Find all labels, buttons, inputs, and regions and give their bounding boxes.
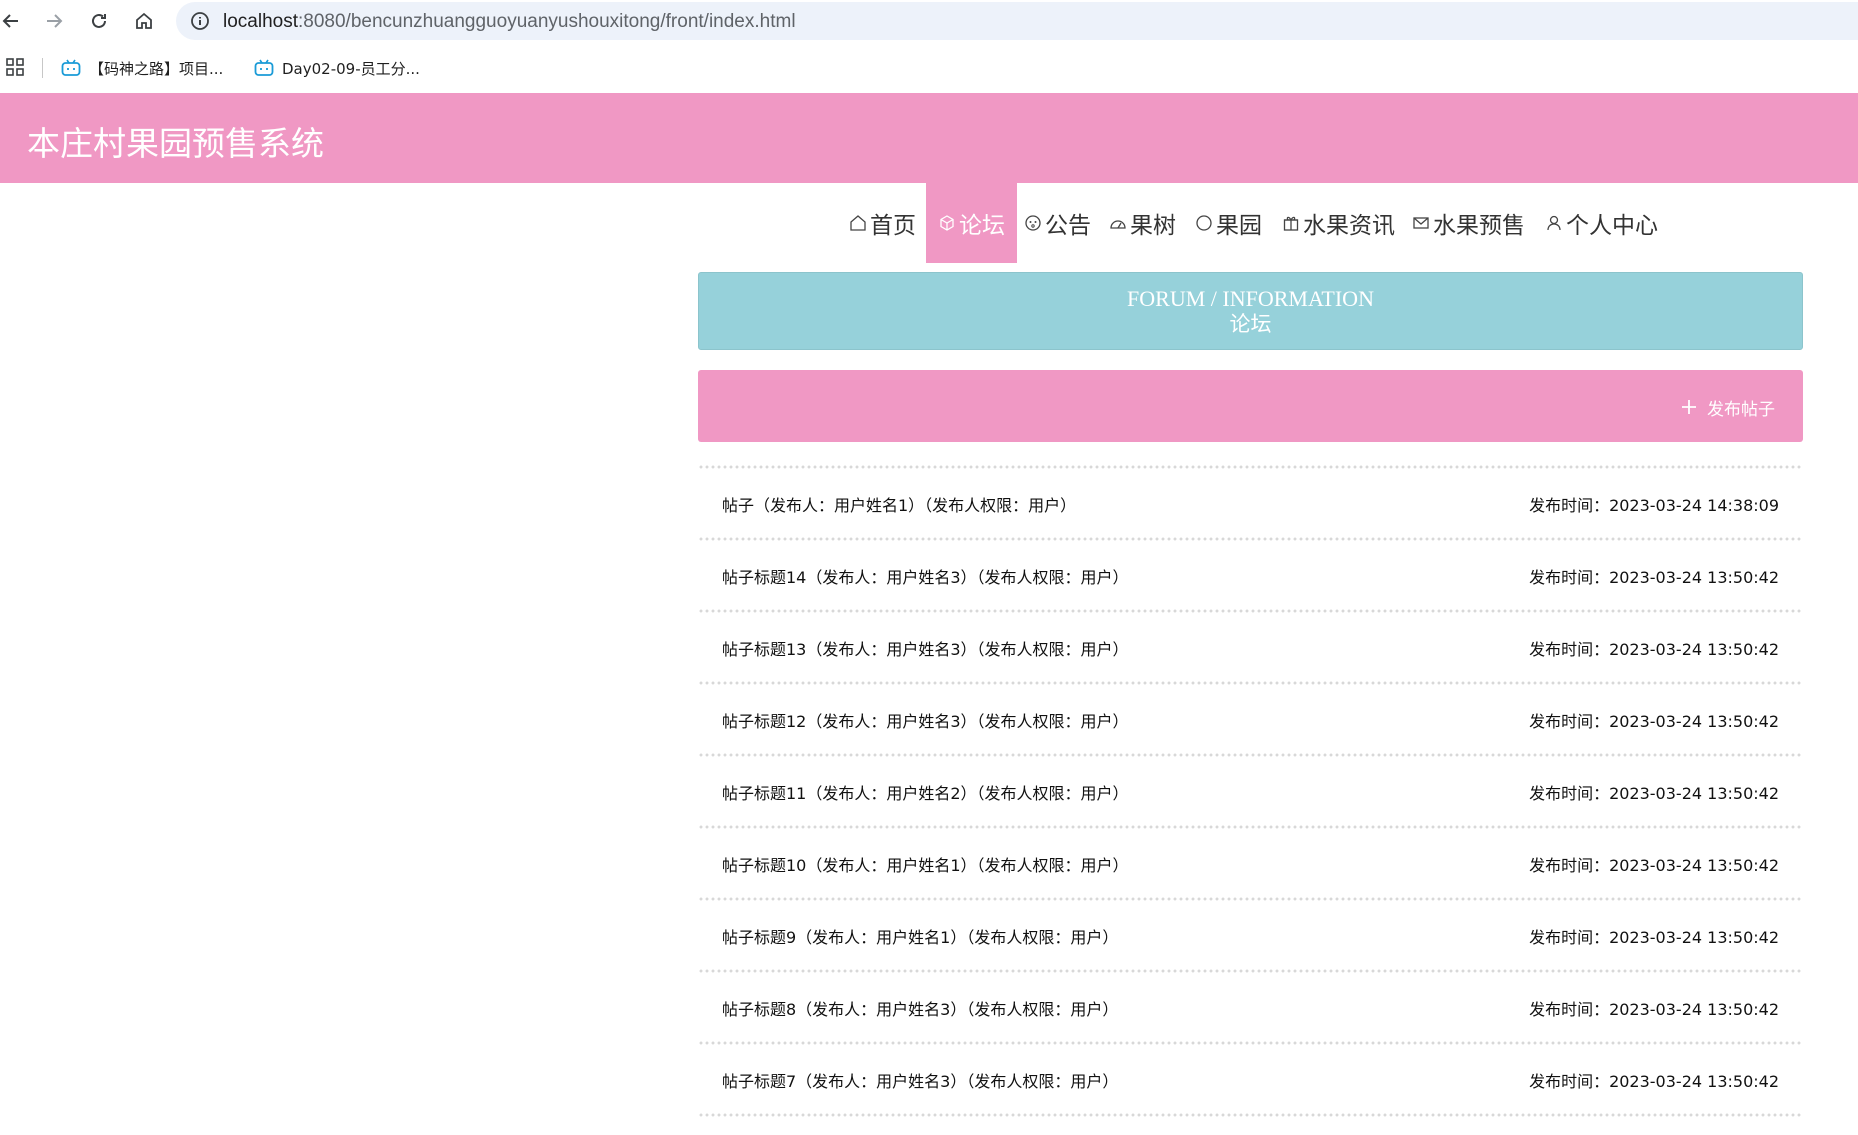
face-icon (1025, 215, 1041, 231)
list-item[interactable]: 帖子标题12（发布人：用户姓名3）（发布人权限：用户） 发布时间：2023-03… (698, 686, 1803, 752)
post-title[interactable]: 帖子标题14（发布人：用户姓名3）（发布人权限：用户） (722, 564, 1129, 588)
site-info-icon[interactable] (190, 11, 210, 35)
bookmark-item[interactable]: 【码神之路】项目... (61, 56, 223, 80)
home-icon (136, 12, 152, 29)
url-text: localhost:8080/bencunzhuangguoyuanyushou… (223, 11, 796, 33)
banner-chinese-title: 论坛 (1229, 312, 1272, 336)
site-header: 本庄村果园预售系统 (0, 93, 1858, 183)
menu-item-fruit-presale[interactable]: 水果预售 (1400, 183, 1537, 263)
post-time: 发布时间：2023-03-24 13:50:42 (1529, 712, 1779, 731)
menu-item-profile[interactable]: 个人中心 (1533, 183, 1670, 263)
post-title[interactable]: 帖子标题10（发布人：用户姓名1）（发布人权限：用户） (722, 852, 1129, 876)
menu-label: 水果资讯 (1303, 213, 1395, 239)
home-button[interactable] (129, 7, 159, 35)
bookmark-item[interactable]: Day02-09-员工分... (254, 56, 420, 80)
menu-label: 果园 (1216, 213, 1262, 239)
menu-item-trees[interactable]: 果树 (1097, 183, 1188, 263)
mail-icon (1413, 217, 1429, 229)
list-item[interactable]: 帖子标题8（发布人：用户姓名3）（发布人权限：用户） 发布时间：2023-03-… (698, 974, 1803, 1040)
menu-item-notice[interactable]: 公告 (1012, 183, 1103, 263)
menu-item-forum[interactable]: 论坛 (926, 183, 1017, 263)
plus-icon (1682, 400, 1696, 414)
menu-label: 果树 (1130, 213, 1176, 239)
menu-label: 公告 (1045, 213, 1091, 239)
forum-post-list: 帖子（发布人：用户姓名1）（发布人权限：用户） 发布时间：2023-03-24 … (698, 464, 1803, 1118)
list-item[interactable]: 帖子标题11（发布人：用户姓名2）（发布人权限：用户） 发布时间：2023-03… (698, 758, 1803, 824)
bookmarks-separator (42, 58, 43, 78)
post-time: 发布时间：2023-03-24 13:50:42 (1529, 640, 1779, 659)
post-time: 发布时间：2023-03-24 13:50:42 (1529, 856, 1779, 875)
list-item[interactable]: 帖子标题13（发布人：用户姓名3）（发布人权限：用户） 发布时间：2023-03… (698, 614, 1803, 680)
cube-icon (940, 215, 954, 231)
back-button[interactable] (0, 7, 26, 35)
circle-icon (1196, 215, 1212, 231)
forward-button[interactable] (39, 7, 69, 35)
menu-label: 个人中心 (1566, 213, 1658, 239)
url-host: localhost (223, 11, 298, 32)
menu-item-orchard[interactable]: 果园 (1183, 183, 1274, 263)
menu-label: 论坛 (959, 213, 1005, 239)
list-item[interactable]: 帖子标题9（发布人：用户姓名1）（发布人权限：用户） 发布时间：2023-03-… (698, 902, 1803, 968)
menu-label: 首页 (870, 213, 916, 239)
arrow-right-icon (47, 14, 63, 28)
section-banner: FORUM / INFORMATION 论坛 (698, 272, 1803, 350)
list-item[interactable]: 帖子标题14（发布人：用户姓名3）（发布人权限：用户） 发布时间：2023-03… (698, 542, 1803, 608)
bilibili-icon (254, 59, 274, 76)
arrow-left-icon (2, 14, 18, 28)
post-title[interactable]: 帖子标题13（发布人：用户姓名3）（发布人权限：用户） (722, 636, 1129, 660)
divider (698, 1112, 1803, 1118)
home-icon (850, 215, 866, 231)
post-title[interactable]: 帖子标题7（发布人：用户姓名3）（发布人权限：用户） (722, 1068, 1118, 1092)
post-title[interactable]: 帖子标题12（发布人：用户姓名3）（发布人权限：用户） (722, 708, 1129, 732)
url-path: :8080/bencunzhuangguoyuanyushouxitong/fr… (298, 11, 796, 32)
reload-icon (92, 13, 106, 28)
apps-icon[interactable] (6, 58, 24, 80)
main-menu: 首页 论坛 公告 果树 果园 水果资讯 水果预售 个人中心 (0, 183, 1858, 263)
menu-item-fruit-news[interactable]: 水果资讯 (1270, 183, 1407, 263)
address-bar[interactable]: localhost:8080/bencunzhuangguoyuanyushou… (176, 2, 1858, 40)
post-time: 发布时间：2023-03-24 14:38:09 (1529, 496, 1779, 515)
reload-button[interactable] (84, 7, 114, 35)
post-time: 发布时间：2023-03-24 13:50:42 (1529, 784, 1779, 803)
list-item[interactable]: 帖子标题7（发布人：用户姓名3）（发布人权限：用户） 发布时间：2023-03-… (698, 1046, 1803, 1112)
forum-action-bar: 发布帖子 (698, 370, 1803, 442)
post-title[interactable]: 帖子（发布人：用户姓名1）（发布人权限：用户） (722, 492, 1076, 516)
post-time: 发布时间：2023-03-24 13:50:42 (1529, 1072, 1779, 1091)
bookmark-label: Day02-09-员工分... (282, 59, 420, 78)
post-title[interactable]: 帖子标题11（发布人：用户姓名2）（发布人权限：用户） (722, 780, 1129, 804)
post-time: 发布时间：2023-03-24 13:50:42 (1529, 928, 1779, 947)
list-item[interactable]: 帖子（发布人：用户姓名1）（发布人权限：用户） 发布时间：2023-03-24 … (698, 470, 1803, 536)
publish-post-button[interactable]: 发布帖子 (1681, 394, 1775, 420)
post-time: 发布时间：2023-03-24 13:50:42 (1529, 1000, 1779, 1019)
post-title[interactable]: 帖子标题8（发布人：用户姓名3）（发布人权限：用户） (722, 996, 1118, 1020)
bilibili-icon (61, 59, 81, 76)
publish-post-label: 发布帖子 (1707, 399, 1775, 420)
list-item[interactable]: 帖子标题10（发布人：用户姓名1）（发布人权限：用户） 发布时间：2023-03… (698, 830, 1803, 896)
browser-toolbar: localhost:8080/bencunzhuangguoyuanyushou… (0, 0, 1858, 42)
menu-label: 水果预售 (1433, 213, 1525, 239)
site-title: 本庄村果园预售系统 (27, 124, 324, 163)
user-icon (1547, 215, 1561, 231)
gauge-icon (1110, 220, 1126, 229)
banner-english-title: FORUM / INFORMATION (1127, 286, 1374, 311)
bookmark-label: 【码神之路】项目... (89, 59, 224, 78)
menu-item-home[interactable]: 首页 (837, 183, 928, 263)
post-title[interactable]: 帖子标题9（发布人：用户姓名1）（发布人权限：用户） (722, 924, 1118, 948)
bookmarks-bar: 【码神之路】项目... Day02-09-员工分... (0, 48, 1858, 86)
post-time: 发布时间：2023-03-24 13:50:42 (1529, 568, 1779, 587)
gift-icon (1283, 216, 1299, 231)
